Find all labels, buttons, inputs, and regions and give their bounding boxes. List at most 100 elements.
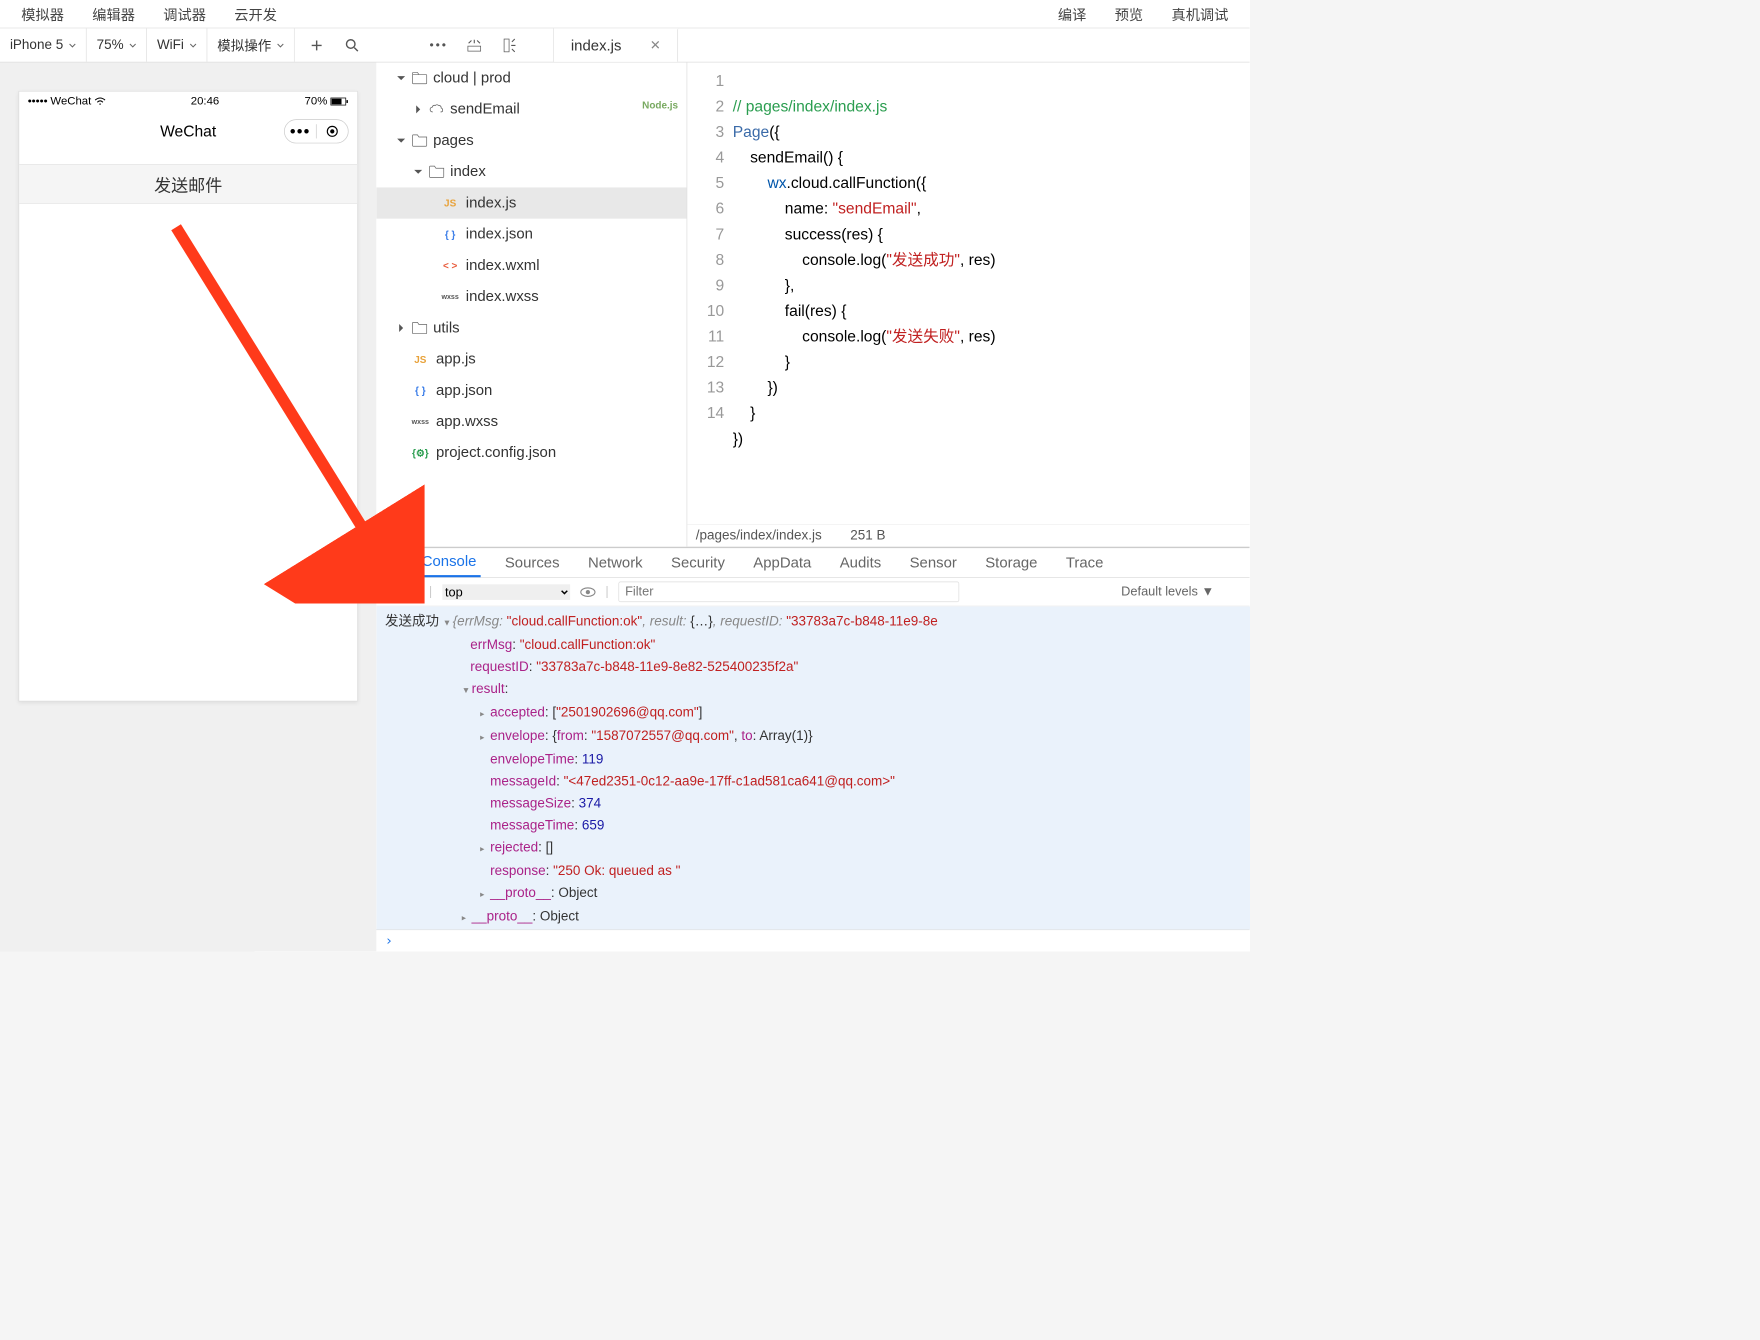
folder-icon: [412, 134, 428, 147]
context-selector[interactable]: top: [442, 584, 570, 600]
wifi-icon: [94, 97, 105, 106]
js-file-icon: JS: [410, 352, 430, 366]
menu-compile[interactable]: 编译: [1044, 4, 1101, 25]
battery-percent: 70%: [305, 95, 328, 108]
chevron-down-icon: [277, 42, 284, 49]
tree-label: cloud | prod: [433, 70, 511, 87]
folder-icon: [412, 322, 428, 335]
cloud-fn-icon: [429, 103, 445, 116]
zoom-selector[interactable]: 75%: [87, 28, 147, 61]
mock-op-label: 模拟操作: [217, 36, 271, 55]
tree-label: sendEmail: [450, 101, 520, 118]
config-file-icon: {⚙}: [410, 446, 430, 460]
chevron-down-icon: [190, 42, 197, 49]
tree-file-app-wxss[interactable]: wxss app.wxss: [376, 406, 686, 437]
console-toolbar: | top | Default levels ▼: [376, 578, 1249, 606]
devtools-tab-sources[interactable]: Sources: [501, 548, 564, 577]
devtools-tab-network[interactable]: Network: [584, 548, 647, 577]
live-expression-icon[interactable]: [580, 587, 596, 597]
phone-frame: ••••• WeChat 20:46 70% WeChat •••: [18, 91, 357, 702]
chevron-down-icon: [129, 42, 136, 49]
top-menu-bar: 模拟器 编辑器 调试器 云开发 编译 预览 真机调试: [0, 0, 1250, 28]
tree-file-index-wxml[interactable]: < > index.wxml: [376, 250, 686, 281]
menu-editor[interactable]: 编辑器: [78, 4, 149, 25]
code-editor[interactable]: 1234567891011121314 // pages/index/index…: [687, 62, 1249, 523]
caret-down-icon: [396, 73, 406, 83]
wxml-file-icon: < >: [440, 258, 460, 272]
devtools-tab-appdata[interactable]: AppData: [749, 548, 816, 577]
tree-folder-cloud[interactable]: cloud | prod: [376, 62, 686, 93]
capsule-close-icon[interactable]: [317, 125, 348, 138]
devtools-tab-trace[interactable]: Trace: [1062, 548, 1108, 577]
tree-file-index-json[interactable]: { } index.json: [376, 219, 686, 250]
zoom-label: 75%: [97, 37, 124, 53]
network-selector[interactable]: WiFi: [147, 28, 207, 61]
tree-folder-utils[interactable]: utils: [376, 312, 686, 343]
wxss-file-icon: wxss: [440, 290, 460, 304]
json-file-icon: { }: [440, 227, 460, 241]
split-vertical-icon[interactable]: [502, 37, 518, 53]
inspect-icon[interactable]: [383, 556, 397, 570]
toolbar: iPhone 5 75% WiFi 模拟操作 ••• index.js: [0, 28, 1250, 62]
wxss-file-icon: wxss: [410, 415, 430, 429]
menu-debugger[interactable]: 调试器: [149, 4, 220, 25]
line-gutter: 1234567891011121314: [687, 62, 732, 523]
file-path-label: /pages/index/index.js: [696, 528, 822, 544]
battery-icon: [330, 97, 348, 106]
tree-label: index.wxml: [466, 257, 540, 274]
tree-label: app.json: [436, 382, 492, 399]
devtools-tab-console[interactable]: Console: [417, 548, 480, 577]
devtools-tab-storage[interactable]: Storage: [981, 548, 1042, 577]
nodejs-badge: Node.js: [642, 99, 678, 110]
caret-right-icon: [413, 104, 423, 114]
tree-label: app.wxss: [436, 413, 498, 430]
menu-cloud[interactable]: 云开发: [220, 4, 291, 25]
menu-simulator[interactable]: 模拟器: [7, 4, 78, 25]
devtools-tab-audits[interactable]: Audits: [835, 548, 885, 577]
split-horizontal-icon[interactable]: [467, 37, 483, 53]
tree-file-app-json[interactable]: { } app.json: [376, 375, 686, 406]
capsule-button[interactable]: •••: [284, 119, 349, 143]
devtools-tabs: Console Sources Network Security AppData…: [376, 548, 1249, 578]
mock-op-selector[interactable]: 模拟操作: [207, 28, 294, 61]
menu-device-debug[interactable]: 真机调试: [1157, 4, 1242, 25]
console-log-prefix: 发送成功: [385, 614, 439, 629]
simulator-pane: ••••• WeChat 20:46 70% WeChat •••: [0, 62, 376, 951]
tree-label: index: [450, 163, 486, 180]
tree-folder-index[interactable]: index: [376, 156, 686, 187]
console-prompt[interactable]: ›: [376, 930, 1249, 951]
json-file-icon: { }: [410, 383, 430, 397]
tree-file-index-wxss[interactable]: wxss index.wxss: [376, 281, 686, 312]
cloud-folder-icon: [412, 72, 428, 85]
send-email-button[interactable]: 发送邮件: [19, 164, 357, 204]
tree-label: utils: [433, 320, 460, 337]
editor-tab-index-js[interactable]: index.js ✕: [554, 28, 678, 61]
tree-folder-sendemail[interactable]: sendEmail: [376, 94, 686, 125]
devtools-tab-security[interactable]: Security: [667, 548, 729, 577]
tree-file-app-js[interactable]: JS app.js: [376, 344, 686, 375]
code-content[interactable]: // pages/index/index.js Page({ sendEmail…: [733, 62, 1250, 523]
tree-label: app.js: [436, 351, 476, 368]
more-icon[interactable]: •••: [431, 37, 447, 53]
phone-nav-bar: WeChat •••: [19, 111, 357, 151]
menu-preview[interactable]: 预览: [1101, 4, 1158, 25]
sidebar-toggle-icon[interactable]: [383, 586, 396, 597]
filter-input[interactable]: [619, 581, 960, 602]
editor-tab-label: index.js: [571, 37, 622, 54]
add-tab-button[interactable]: [309, 37, 325, 53]
search-icon[interactable]: [344, 37, 360, 53]
console-output[interactable]: 发送成功 ▼{errMsg: "cloud.callFunction:ok", …: [376, 606, 1249, 930]
devtools-tab-sensor[interactable]: Sensor: [905, 548, 961, 577]
device-selector[interactable]: iPhone 5: [0, 28, 87, 61]
tree-file-project-config[interactable]: {⚙} project.config.json: [376, 437, 686, 468]
devtools-panel: Console Sources Network Security AppData…: [376, 547, 1249, 952]
capsule-menu-icon[interactable]: •••: [285, 122, 316, 140]
file-explorer[interactable]: cloud | prod Node.js sendEmail pages: [376, 62, 687, 546]
tree-folder-pages[interactable]: pages: [376, 125, 686, 156]
close-tab-icon[interactable]: ✕: [650, 38, 661, 53]
clear-console-icon[interactable]: [406, 585, 419, 598]
carrier-label: WeChat: [50, 95, 91, 108]
tree-label: index.js: [466, 195, 517, 212]
log-levels-selector[interactable]: Default levels ▼: [1121, 584, 1242, 599]
tree-file-index-js[interactable]: JS index.js: [376, 187, 686, 218]
